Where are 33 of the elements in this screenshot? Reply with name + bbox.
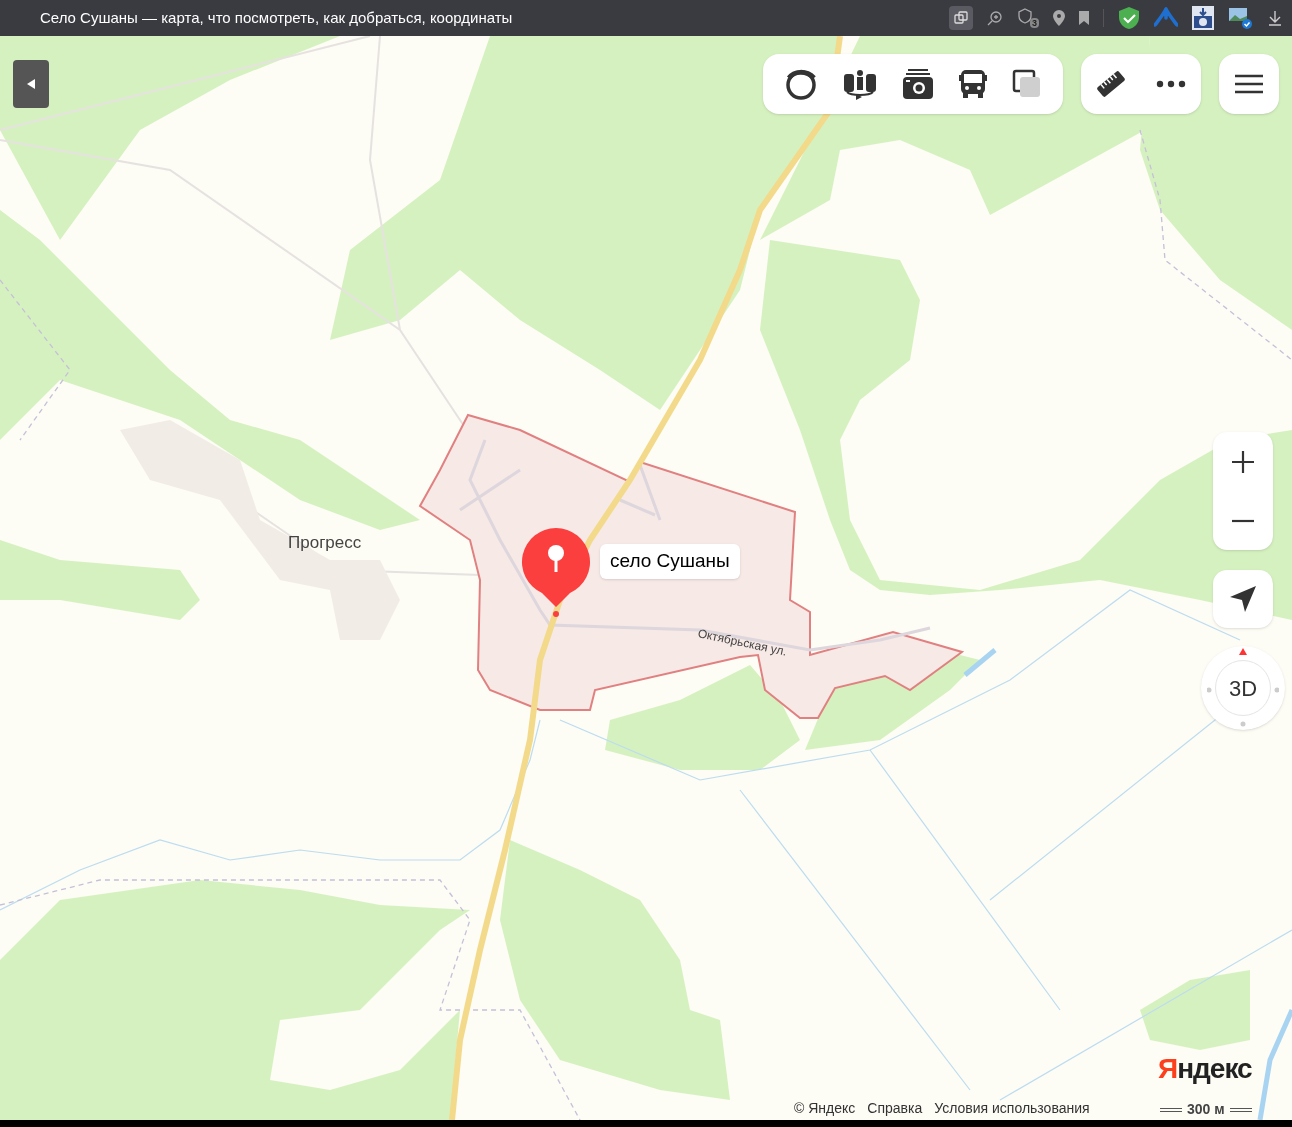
more-icon[interactable] (1155, 80, 1186, 88)
camera-icon[interactable] (901, 68, 934, 100)
download-icon[interactable] (1268, 10, 1282, 26)
compass-control[interactable]: 3D (1201, 646, 1285, 730)
location-arrow-icon (1230, 586, 1256, 612)
panorama-person-icon[interactable] (842, 68, 877, 100)
minus-icon (1232, 518, 1254, 523)
layers-icon[interactable] (1012, 69, 1043, 99)
zoom-in-icon[interactable] (987, 10, 1003, 26)
location-pin-icon[interactable] (1053, 10, 1065, 26)
image-check-icon[interactable] (1228, 6, 1254, 30)
footer-link[interactable]: Условия использования (934, 1098, 1090, 1119)
circle-icon[interactable] (783, 68, 818, 100)
badge-count: 3 (1030, 18, 1039, 28)
window-title: Село Сушаны — карта, что посмотреть, как добраться, координаты (40, 7, 513, 28)
footer-link[interactable]: © Яндекс (794, 1098, 856, 1119)
plus-icon (1232, 450, 1254, 473)
map-pin-icon (521, 527, 591, 617)
my-location-button[interactable] (1213, 570, 1273, 628)
shield-check-icon[interactable] (1118, 6, 1140, 30)
scale-label: 300 м (1187, 1100, 1225, 1119)
logo: Яндекс (1158, 1052, 1252, 1086)
download-camera-icon[interactable] (1192, 6, 1214, 30)
bus-icon[interactable] (959, 69, 988, 99)
place-label[interactable]: село Сушаны (600, 544, 740, 579)
triangle-left-icon (27, 79, 35, 89)
tabs-icon[interactable] (949, 6, 973, 30)
menu-icon (1235, 74, 1263, 94)
bookmark-icon[interactable] (1079, 11, 1089, 25)
footer-link[interactable]: Справка (867, 1098, 923, 1119)
sidebar-toggle-button[interactable] (13, 60, 49, 108)
menu-button[interactable] (1219, 54, 1279, 114)
village-label: Прогресс (288, 532, 362, 554)
